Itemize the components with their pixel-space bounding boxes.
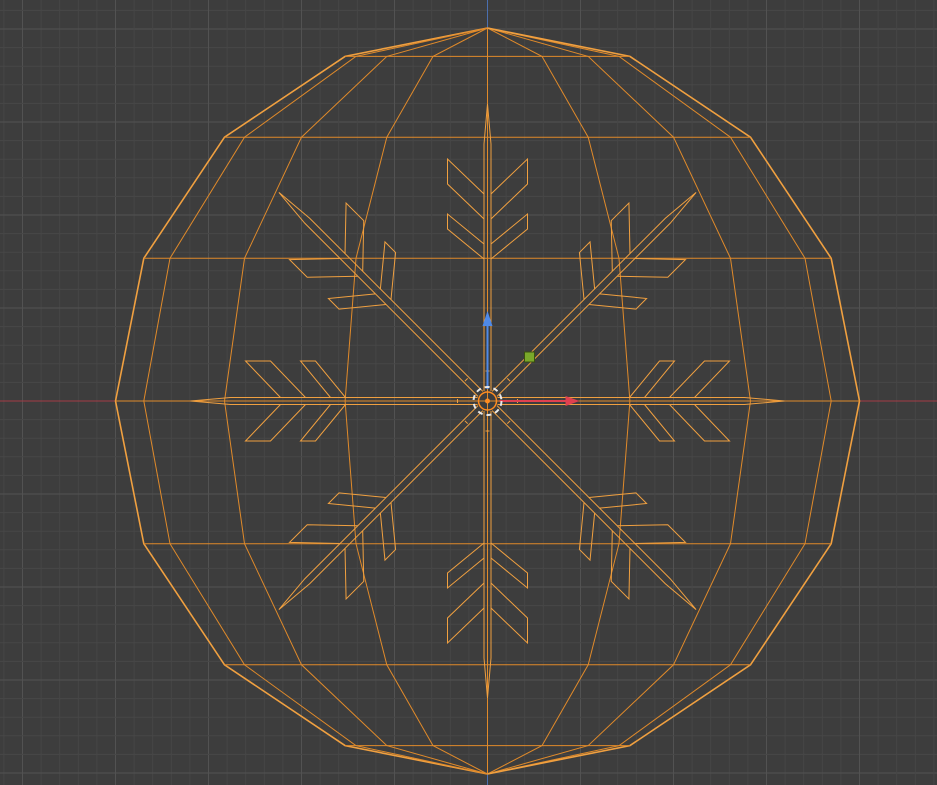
arm-edge [464,378,469,382]
arm-edge [610,530,631,601]
snowflake-arm [278,405,484,610]
arm-edge [617,524,687,544]
arm-edge [491,405,697,610]
xz-plane-handle [524,351,535,363]
arm-edge [491,192,697,397]
arm-edge [344,201,365,272]
viewport-grid [0,0,937,785]
arm-edge [464,420,469,424]
snowflake-arm [278,192,484,397]
arm-edge [669,360,731,398]
arm-edge [490,582,528,645]
arm-edge [344,530,365,601]
3d-viewport[interactable] [0,0,937,785]
arm-edge [610,201,631,272]
arm-edge [278,405,484,610]
origin-dot [485,398,490,404]
arm-edge [447,157,485,220]
arm-edge [669,404,731,442]
snowflake-arm [491,192,697,397]
arm-edge [617,258,687,278]
arm-edge [244,404,306,442]
arm-edge [447,582,485,645]
arm-edge [244,360,306,398]
arm-edge [506,420,511,424]
arm-edge [278,192,484,397]
snowflake-arm [491,405,697,610]
arm-edge [288,524,358,544]
arm-edge [506,378,511,382]
arm-edge [288,258,358,278]
arm-edge [490,157,528,220]
